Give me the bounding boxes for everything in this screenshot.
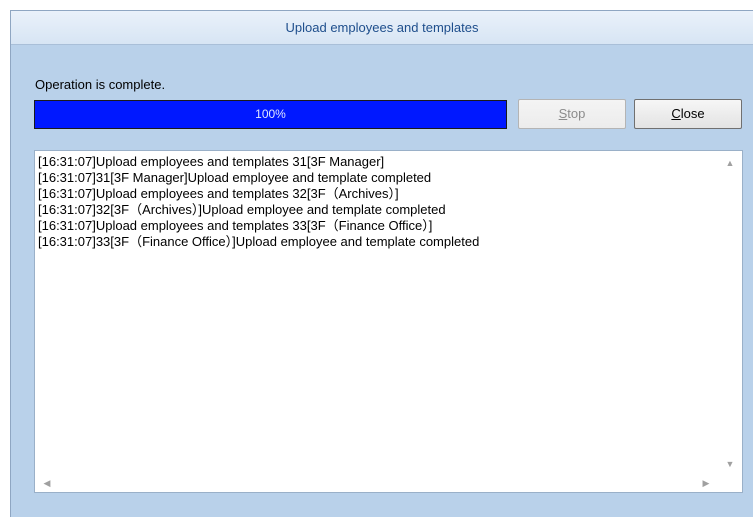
log-textarea[interactable]: [16:31:07]Upload employees and templates… <box>34 150 743 493</box>
close-label-rest: lose <box>680 106 705 121</box>
log-lines: [16:31:07]Upload employees and templates… <box>38 154 718 250</box>
dialog-title: Upload employees and templates <box>11 11 753 45</box>
log-line: [16:31:07]33[3F（Finance Office）]Upload e… <box>38 234 480 249</box>
vertical-scrollbar[interactable]: ▲ ▼ <box>718 151 742 474</box>
scroll-right-icon[interactable]: ▶ <box>700 477 712 489</box>
log-line: [16:31:07]Upload employees and templates… <box>38 154 385 169</box>
log-line: [16:31:07]32[3F（Archives）]Upload employe… <box>38 202 446 217</box>
close-button[interactable]: Close <box>634 99 742 129</box>
close-mnemonic: C <box>671 106 681 121</box>
stop-button[interactable]: Stop <box>518 99 626 129</box>
upload-dialog: Upload employees and templates Operation… <box>10 10 753 517</box>
log-line: [16:31:07]31[3F Manager]Upload employee … <box>38 170 432 185</box>
scroll-up-icon[interactable]: ▲ <box>724 157 736 169</box>
progress-bar: 100% <box>34 100 507 129</box>
scroll-down-icon[interactable]: ▼ <box>724 458 736 470</box>
horizontal-scrollbar[interactable]: ◀ ▶ <box>35 474 718 492</box>
log-line: [16:31:07]Upload employees and templates… <box>38 218 433 233</box>
status-text: Operation is complete. <box>35 77 166 92</box>
stop-mnemonic: S <box>558 106 568 121</box>
scroll-left-icon[interactable]: ◀ <box>41 477 53 489</box>
progress-label: 100% <box>255 107 286 121</box>
log-line: [16:31:07]Upload employees and templates… <box>38 186 399 201</box>
stop-label-rest: top <box>567 106 586 121</box>
